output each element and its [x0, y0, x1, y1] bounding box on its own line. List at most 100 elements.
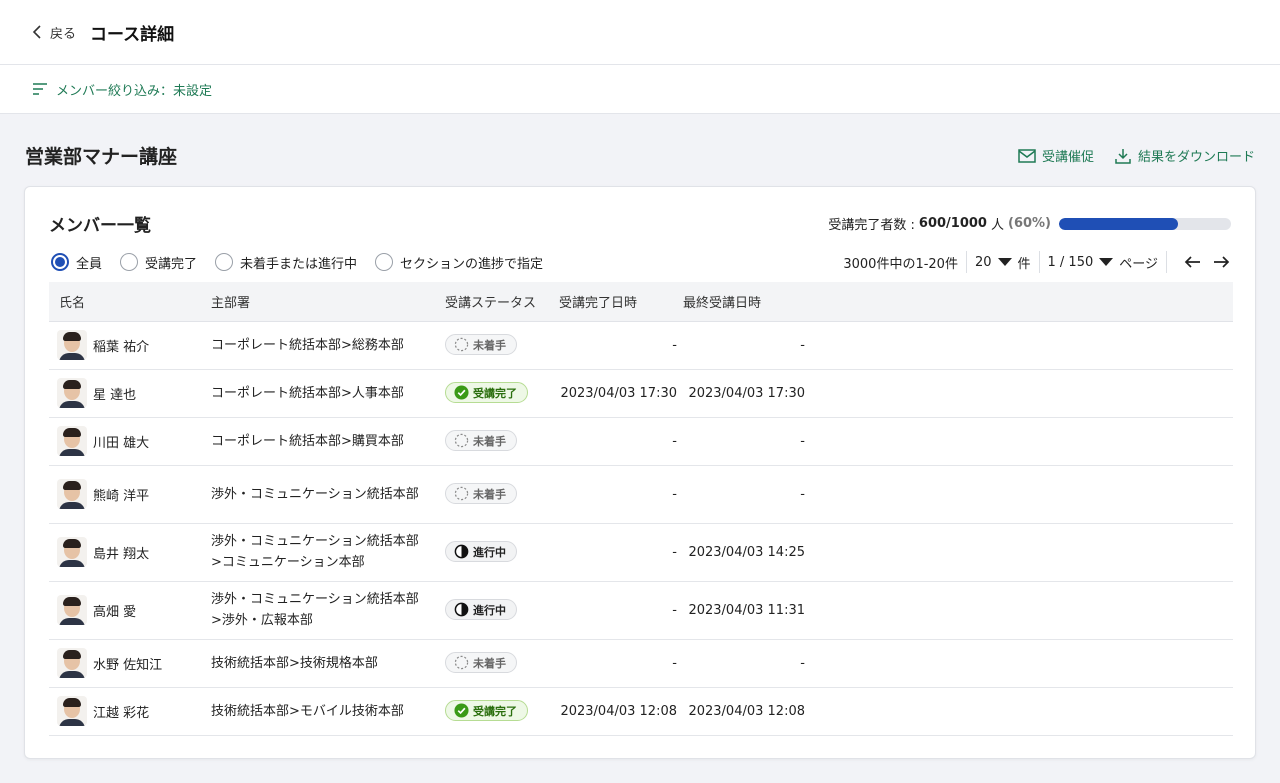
cell-name: 稲葉 祐介	[49, 321, 203, 369]
radio-unchecked-icon[interactable]	[215, 253, 234, 271]
table-row[interactable]: 熊崎 洋平 渉外・コミュニケーション統括本部 未着手 - -	[49, 465, 1233, 523]
caret-down-icon	[1099, 258, 1114, 266]
status-label: 未着手	[473, 434, 506, 448]
completion-progress: 受講完了者数 : 600/1000 人 (60%)	[828, 214, 1231, 233]
cell-name: 熊崎 洋平	[49, 465, 203, 523]
avatar	[57, 426, 87, 456]
member-dept: 技術統括本部>モバイル技術本部	[211, 703, 404, 719]
divider	[1166, 251, 1167, 273]
cell-completed: -	[672, 337, 677, 353]
status-label: 受講完了	[473, 386, 517, 400]
radio-unchecked-icon[interactable]	[375, 253, 394, 271]
per-page-unit: 件	[1017, 256, 1031, 272]
cell-dept: コーポレート統括本部>購買本部	[203, 417, 443, 465]
page-select[interactable]: 1 / 150 ページ	[1048, 253, 1158, 272]
chevron-left-icon	[32, 25, 41, 39]
member-list-title: メンバー一覧	[49, 216, 151, 236]
radio-label: 未着手または進行中	[240, 256, 358, 272]
member-dept: 渉外・コミュニケーション統括本部	[211, 486, 419, 502]
progress-percent: (60%)	[1008, 216, 1051, 231]
cell-status: 未着手	[443, 639, 553, 687]
status-label: 未着手	[473, 338, 506, 352]
avatar	[57, 648, 87, 678]
radio-option[interactable]: 未着手または進行中	[215, 253, 357, 272]
member-name: 高畑 愛	[93, 604, 137, 620]
download-results-button[interactable]: 結果をダウンロード	[1114, 146, 1255, 165]
status-badge: 進行中	[445, 599, 517, 620]
status-badge: 未着手	[445, 652, 517, 673]
list-controls: 全員 受講完了 未着手または進行中 セクションの進捗で指定 3000件中の1-20件 …	[51, 251, 1231, 273]
col-header-name[interactable]: 氏名	[49, 282, 203, 321]
cell-last: -	[800, 433, 805, 449]
dashed-circle-icon	[454, 655, 469, 670]
divider	[965, 251, 967, 273]
status-label: 未着手	[473, 656, 506, 670]
radio-option[interactable]: 全員	[51, 253, 102, 272]
radio-checked-icon[interactable]	[51, 253, 69, 271]
radio-unchecked-icon[interactable]	[120, 253, 139, 271]
member-name: 星 達也	[93, 387, 137, 403]
cell-completed: -	[672, 433, 677, 449]
dashed-circle-icon	[454, 486, 469, 501]
back-label: 戻る	[50, 26, 77, 42]
check-circle-icon	[454, 385, 469, 400]
cell-status: 進行中	[443, 523, 553, 581]
download-icon	[1115, 148, 1131, 164]
member-filter-button[interactable]: メンバー絞り込み：未設定	[0, 65, 1280, 114]
table-row[interactable]: 高畑 愛 渉外・コミュニケーション統括本部>渉外・広報本部 進行中 -2023/04/…	[49, 581, 1233, 639]
cell-status: 受講完了	[443, 369, 553, 417]
status-label: 受講完了	[473, 704, 517, 718]
table-row[interactable]: 島井 翔太 渉外・コミュニケーション統括本部>コミュニケーション本部 進行中 -202…	[49, 523, 1233, 581]
cell-last: -	[800, 486, 805, 502]
caret-down-icon	[997, 258, 1012, 266]
table-row[interactable]: 星 達也 コーポレート統括本部>人事本部 受講完了 2023/04/03 17:30 2…	[49, 369, 1233, 417]
back-button[interactable]: 戻る	[32, 23, 76, 42]
radio-label: 全員	[76, 256, 103, 272]
cell-completed: -	[672, 486, 677, 502]
status-filter-radios: 全員 受講完了 未着手または進行中 セクションの進捗で指定	[51, 253, 543, 272]
progress-count: 600/1000	[918, 216, 987, 231]
member-dept: コーポレート統括本部>購買本部	[211, 433, 404, 449]
radio-label: 受講完了	[145, 256, 198, 272]
member-name: 熊崎 洋平	[93, 488, 150, 504]
check-circle-icon	[454, 703, 469, 718]
table-row[interactable]: 稲葉 祐介 コーポレート統括本部>総務本部 未着手 - -	[49, 321, 1233, 369]
cell-completed: 2023/04/03 17:30	[560, 385, 677, 401]
col-header-status[interactable]: 受講ステータス	[443, 282, 553, 321]
cell-dept: 渉外・コミュニケーション統括本部>コミュニケーション本部	[203, 523, 443, 581]
table-row[interactable]: 川田 雄大 コーポレート統括本部>購買本部 未着手 - -	[49, 417, 1233, 465]
result-summary: 3000件中の1-20件	[843, 256, 958, 272]
col-header-dept[interactable]: 主部署	[203, 282, 443, 321]
table-row[interactable]: 水野 佐知江 技術統括本部>技術規格本部 未着手 - -	[49, 639, 1233, 687]
cell-dept: 技術統括本部>技術規格本部	[203, 639, 443, 687]
per-page-select[interactable]: 20 件	[975, 253, 1031, 272]
col-header-completed[interactable]: 受講完了日時	[553, 282, 677, 321]
avatar	[57, 595, 87, 625]
status-badge: 受講完了	[445, 700, 528, 721]
col-header-last[interactable]: 最終受講日時	[677, 282, 805, 321]
cell-status: 進行中	[443, 581, 553, 639]
member-dept: 渉外・コミュニケーション統括本部>渉外・広報本部	[211, 592, 419, 628]
cell-completed: -	[672, 655, 677, 671]
member-name: 島井 翔太	[93, 546, 150, 562]
member-name: 稲葉 祐介	[93, 339, 150, 355]
cell-dept: 技術統括本部>モバイル技術本部	[203, 687, 443, 735]
arrow-left-icon[interactable]	[1183, 254, 1203, 270]
cell-status: 未着手	[443, 417, 553, 465]
cell-status: 未着手	[443, 321, 553, 369]
top-bar: 戻る コース詳細	[0, 0, 1280, 65]
half-circle-icon	[454, 602, 469, 617]
status-badge: 進行中	[445, 541, 517, 562]
arrow-right-icon[interactable]	[1211, 254, 1231, 270]
radio-option[interactable]: 受講完了	[120, 253, 197, 272]
remind-button[interactable]: 受講催促	[1018, 146, 1094, 165]
radio-label: セクションの進捗で指定	[400, 256, 544, 272]
radio-option[interactable]: セクションの進捗で指定	[375, 253, 543, 272]
table-row[interactable]: 江越 彩花 技術統括本部>モバイル技術本部 受講完了 2023/04/03 12:08…	[49, 687, 1233, 735]
member-table: 氏名 主部署 受講ステータス 受講完了日時 最終受講日時 稲葉 祐介コーポレート…	[49, 282, 1233, 736]
cell-last: 2023/04/03 11:31	[688, 602, 805, 618]
status-label: 進行中	[473, 603, 506, 617]
cell-last: -	[800, 337, 805, 353]
status-badge: 未着手	[445, 334, 517, 355]
status-label: 進行中	[473, 545, 506, 559]
